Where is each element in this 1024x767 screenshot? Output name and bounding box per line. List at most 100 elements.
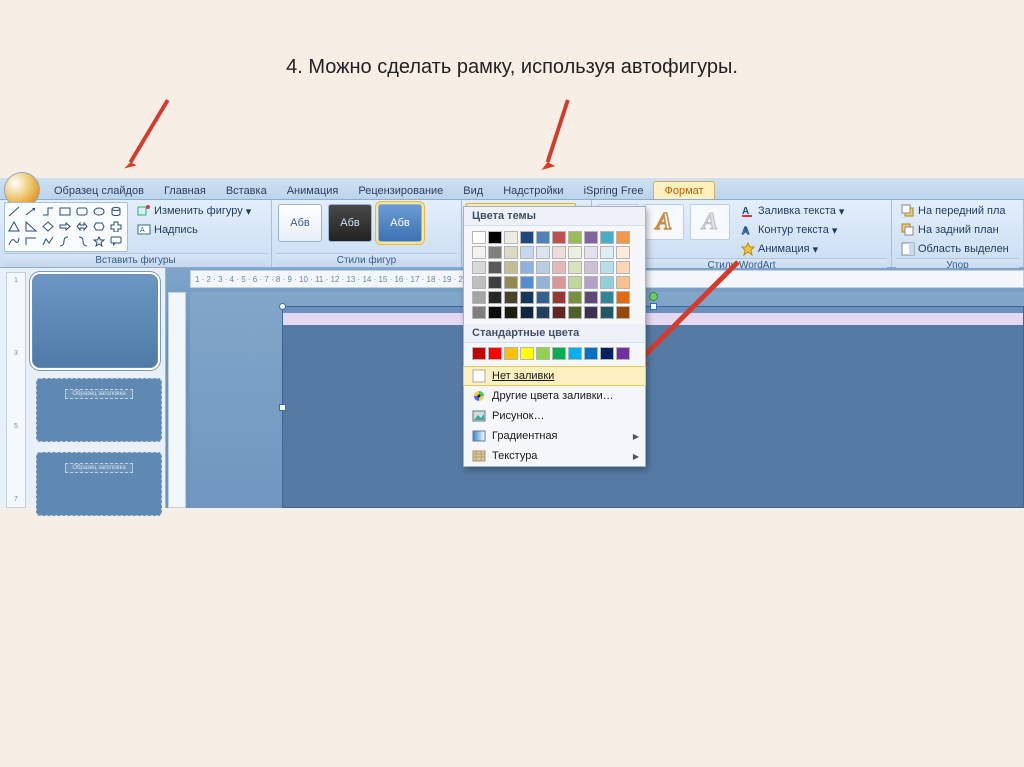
theme-color-swatch[interactable]: [536, 291, 550, 304]
theme-color-swatch[interactable]: [568, 261, 582, 274]
textbox-button[interactable]: A Надпись: [132, 221, 256, 239]
slide-thumbnail-layout-1[interactable]: Образец заголовка: [36, 378, 162, 442]
theme-color-swatch[interactable]: [536, 276, 550, 289]
style-swatch-1[interactable]: Абв: [278, 204, 322, 242]
shape-ellipse-icon[interactable]: [92, 205, 107, 218]
shape-freeform-icon[interactable]: [41, 235, 56, 248]
dd-picture[interactable]: Рисунок…: [464, 406, 645, 426]
tab-ispring[interactable]: iSpring Free: [574, 182, 654, 199]
tab-slide-master[interactable]: Образец слайдов: [44, 182, 154, 199]
standard-color-swatch[interactable]: [520, 347, 534, 360]
theme-color-swatch[interactable]: [520, 261, 534, 274]
tab-addins[interactable]: Надстройки: [493, 182, 573, 199]
theme-color-swatch[interactable]: [568, 246, 582, 259]
theme-color-swatch[interactable]: [584, 276, 598, 289]
shape-line-icon[interactable]: [7, 205, 22, 218]
theme-color-swatch[interactable]: [600, 261, 614, 274]
theme-color-swatch[interactable]: [520, 276, 534, 289]
theme-color-swatch[interactable]: [488, 276, 502, 289]
edit-shape-button[interactable]: Изменить фигуру ▾: [132, 202, 256, 220]
theme-color-swatch[interactable]: [584, 246, 598, 259]
theme-color-swatch[interactable]: [584, 291, 598, 304]
text-animation-button[interactable]: Анимация▾: [736, 240, 849, 258]
theme-color-swatch[interactable]: [488, 306, 502, 319]
shape-plus-icon[interactable]: [109, 220, 124, 233]
theme-color-swatch[interactable]: [536, 246, 550, 259]
bring-front-button[interactable]: На передний пла: [896, 202, 1014, 220]
wordart-style-2[interactable]: A: [644, 204, 684, 240]
shape-doublearrow-icon[interactable]: [75, 220, 90, 233]
style-swatch-2[interactable]: Абв: [328, 204, 372, 242]
theme-color-swatch[interactable]: [552, 306, 566, 319]
theme-color-swatch[interactable]: [488, 246, 502, 259]
theme-color-swatch[interactable]: [520, 291, 534, 304]
theme-color-swatch[interactable]: [568, 306, 582, 319]
theme-color-swatch[interactable]: [600, 276, 614, 289]
theme-color-swatch[interactable]: [584, 231, 598, 244]
standard-color-swatch[interactable]: [568, 347, 582, 360]
theme-color-swatch[interactable]: [600, 291, 614, 304]
shape-curve-icon[interactable]: [7, 235, 22, 248]
theme-color-swatch[interactable]: [488, 231, 502, 244]
shape-connector-icon[interactable]: [41, 205, 56, 218]
theme-color-swatch[interactable]: [616, 291, 630, 304]
shape-star-icon[interactable]: [92, 235, 107, 248]
resize-handle-w[interactable]: [279, 404, 286, 411]
shape-cylinder-icon[interactable]: [109, 205, 124, 218]
theme-color-swatch[interactable]: [472, 246, 486, 259]
theme-color-swatch[interactable]: [552, 246, 566, 259]
resize-handle-nw[interactable]: [279, 303, 286, 310]
theme-color-swatch[interactable]: [600, 306, 614, 319]
dd-texture[interactable]: Текстура ▶: [464, 446, 645, 466]
standard-color-swatch[interactable]: [472, 347, 486, 360]
theme-color-swatch[interactable]: [600, 246, 614, 259]
theme-color-swatch[interactable]: [552, 291, 566, 304]
tab-view[interactable]: Вид: [453, 182, 493, 199]
shape-triangle-icon[interactable]: [7, 220, 22, 233]
standard-color-swatch[interactable]: [616, 347, 630, 360]
shape-brace2-icon[interactable]: [75, 235, 90, 248]
style-swatch-3[interactable]: Абв: [378, 204, 422, 242]
slide-thumbnail-master[interactable]: [32, 274, 158, 368]
theme-color-swatch[interactable]: [568, 276, 582, 289]
standard-color-swatch[interactable]: [552, 347, 566, 360]
standard-color-swatch[interactable]: [504, 347, 518, 360]
theme-color-swatch[interactable]: [504, 306, 518, 319]
theme-color-swatch[interactable]: [504, 246, 518, 259]
shape-elbow-icon[interactable]: [24, 235, 39, 248]
theme-color-swatch[interactable]: [504, 261, 518, 274]
theme-color-swatch[interactable]: [616, 261, 630, 274]
text-outline-button[interactable]: A Контур текста▾: [736, 221, 849, 239]
theme-color-swatch[interactable]: [584, 261, 598, 274]
theme-color-swatch[interactable]: [568, 291, 582, 304]
shape-diamond-icon[interactable]: [41, 220, 56, 233]
tab-home[interactable]: Главная: [154, 182, 216, 199]
shape-callout-icon[interactable]: [109, 235, 124, 248]
theme-color-swatch[interactable]: [472, 291, 486, 304]
theme-color-swatch[interactable]: [536, 306, 550, 319]
theme-color-swatch[interactable]: [472, 276, 486, 289]
tab-animation[interactable]: Анимация: [277, 182, 349, 199]
theme-color-swatch[interactable]: [536, 261, 550, 274]
theme-color-swatch[interactable]: [616, 276, 630, 289]
standard-color-swatch[interactable]: [584, 347, 598, 360]
theme-color-swatch[interactable]: [536, 231, 550, 244]
shape-roundrect-icon[interactable]: [75, 205, 90, 218]
tab-insert[interactable]: Вставка: [216, 182, 277, 199]
theme-color-swatch[interactable]: [472, 261, 486, 274]
theme-color-swatch[interactable]: [504, 231, 518, 244]
theme-color-swatch[interactable]: [616, 231, 630, 244]
shapes-gallery[interactable]: [4, 202, 128, 252]
shape-rect-icon[interactable]: [58, 205, 73, 218]
theme-color-swatch[interactable]: [504, 291, 518, 304]
theme-color-swatch[interactable]: [520, 306, 534, 319]
theme-color-swatch[interactable]: [520, 231, 534, 244]
dd-no-fill[interactable]: Нет заливки: [463, 366, 646, 386]
theme-color-swatch[interactable]: [600, 231, 614, 244]
theme-color-swatch[interactable]: [616, 246, 630, 259]
theme-color-swatch[interactable]: [520, 246, 534, 259]
selection-pane-button[interactable]: Область выделен: [896, 240, 1014, 258]
shape-arrow-icon[interactable]: [24, 205, 39, 218]
theme-color-swatch[interactable]: [616, 306, 630, 319]
send-back-button[interactable]: На задний план: [896, 221, 1014, 239]
